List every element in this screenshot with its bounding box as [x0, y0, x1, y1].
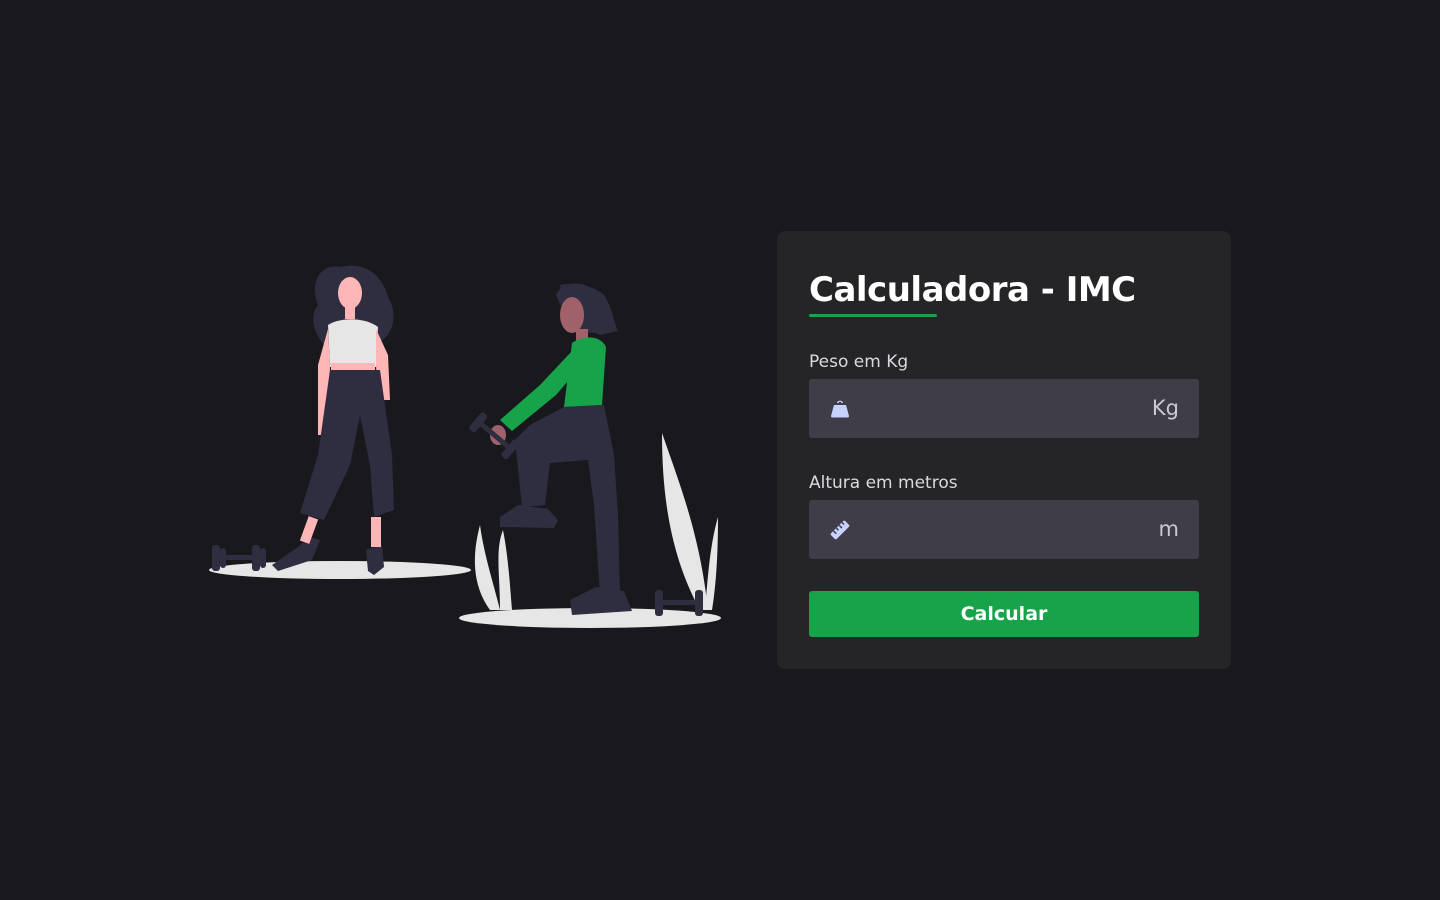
- woman-standing: [272, 265, 394, 575]
- leaf-1: [474, 525, 500, 610]
- title-underline: [809, 314, 937, 317]
- imc-calculator-card: Calculadora - IMC Peso em Kg Kg Altura e…: [777, 231, 1231, 669]
- leaf-2: [498, 530, 512, 610]
- woman-lifting: [469, 283, 632, 615]
- leaf-3: [662, 433, 708, 610]
- height-input[interactable]: [869, 500, 1143, 561]
- page: Calculadora - IMC Peso em Kg Kg Altura e…: [0, 0, 1440, 900]
- calculate-button[interactable]: Calcular: [809, 591, 1199, 637]
- floor-shadow-left: [209, 561, 471, 579]
- height-field[interactable]: m: [809, 500, 1199, 561]
- weight-input[interactable]: [869, 379, 1143, 440]
- height-unit: m: [1158, 517, 1179, 541]
- fitness-illustration: [209, 265, 721, 628]
- weight-bag-icon: [831, 400, 849, 418]
- height-label: Altura em metros: [809, 473, 958, 493]
- ruler-icon: [830, 520, 850, 540]
- leaf-4: [705, 517, 718, 610]
- card-title: Calculadora - IMC: [809, 270, 1136, 310]
- weight-unit: Kg: [1151, 396, 1179, 420]
- weight-label: Peso em Kg: [809, 352, 909, 372]
- weight-field[interactable]: Kg: [809, 379, 1199, 440]
